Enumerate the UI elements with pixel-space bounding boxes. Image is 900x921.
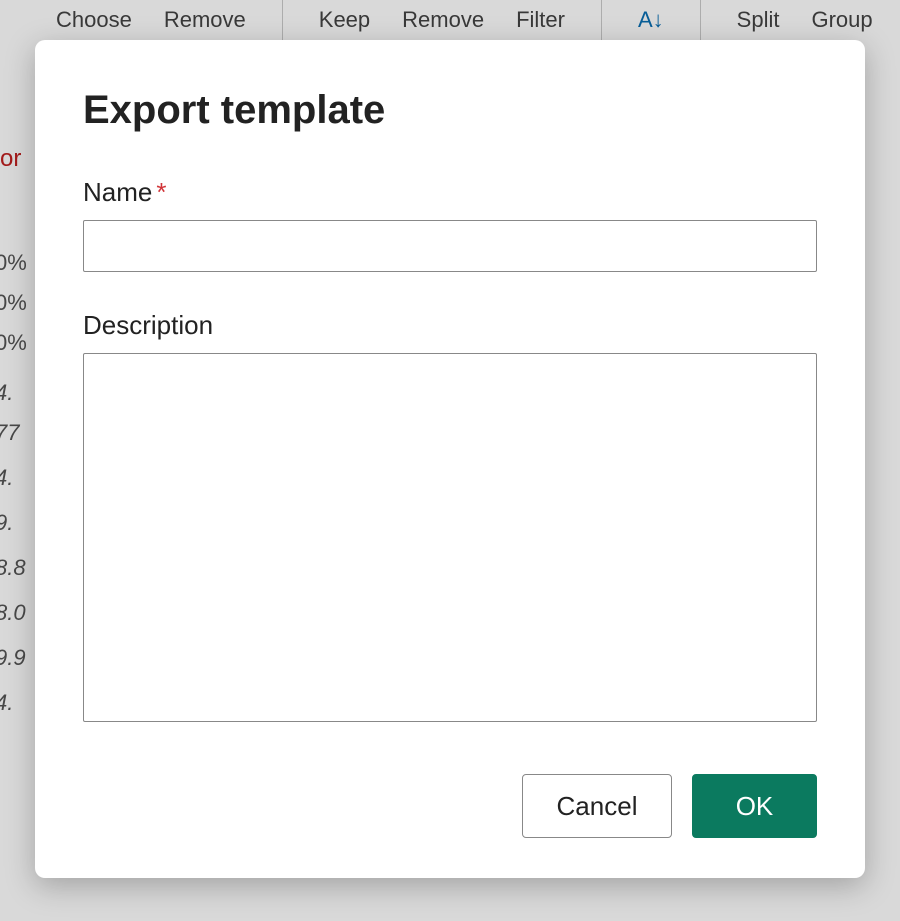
name-label-text: Name — [83, 177, 152, 207]
dialog-button-row: Cancel OK — [83, 774, 817, 838]
required-indicator: * — [156, 177, 166, 207]
dialog-title: Export template — [83, 88, 817, 133]
name-input[interactable] — [83, 220, 817, 272]
ok-button[interactable]: OK — [692, 774, 817, 838]
description-label: Description — [83, 310, 817, 341]
name-label: Name* — [83, 177, 817, 208]
description-input[interactable] — [83, 353, 817, 722]
export-template-dialog: Export template Name* Description Cancel… — [35, 40, 865, 878]
cancel-button[interactable]: Cancel — [522, 774, 672, 838]
